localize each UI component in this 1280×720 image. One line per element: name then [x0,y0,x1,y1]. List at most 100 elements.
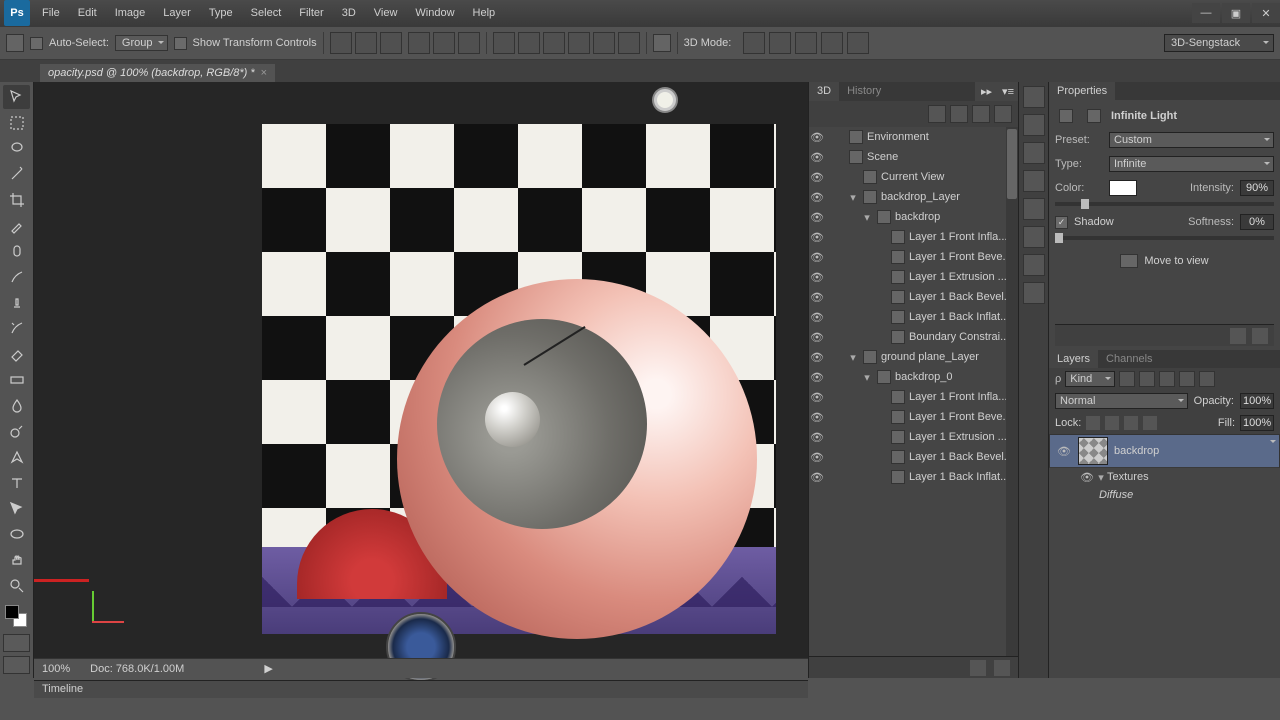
3d-filter-light-icon[interactable] [994,105,1012,123]
tree-row[interactable]: 👁▾backdrop_Layer [809,187,1018,207]
collapsed-panel-1-icon[interactable] [1023,86,1045,108]
intensity-input[interactable]: 90% [1240,180,1274,196]
crop-tool[interactable] [3,188,30,212]
disclosure-icon[interactable]: ▾ [861,211,873,224]
disclosure-icon[interactable]: ▾ [847,351,859,364]
3d-slide-icon[interactable] [821,32,843,54]
collapsed-panel-6-icon[interactable] [1023,226,1045,248]
lock-all-icon[interactable] [1143,416,1157,430]
lock-trans-icon[interactable] [1086,416,1100,430]
softness-input[interactable]: 0% [1240,214,1274,230]
visibility-toggle[interactable]: 👁 [809,391,825,404]
preset-dropdown[interactable]: Custom [1109,132,1274,148]
tree-row[interactable]: 👁Layer 1 Back Bevel... [809,287,1018,307]
disclosure-icon[interactable]: ▾ [1095,471,1107,484]
collapsed-panel-3-icon[interactable] [1023,142,1045,164]
visibility-toggle[interactable]: 👁 [809,311,825,324]
visibility-toggle[interactable]: 👁 [809,471,825,484]
lasso-tool[interactable] [3,136,30,160]
tree-row[interactable]: 👁Layer 1 Extrusion ... [809,427,1018,447]
menu-view[interactable]: View [366,3,406,23]
auto-align-icon[interactable] [653,34,671,52]
wand-tool[interactable] [3,162,30,186]
filter-shape-icon[interactable] [1179,371,1195,387]
type-dropdown[interactable]: Infinite [1109,156,1274,172]
render-icon[interactable] [1230,328,1246,344]
layer-subrow[interactable]: Diffuse [1049,486,1280,504]
layer-name[interactable]: backdrop [1114,445,1159,457]
align-hcenter-icon[interactable] [433,32,455,54]
tree-row[interactable]: 👁Layer 1 Back Bevel... [809,447,1018,467]
tree-row[interactable]: 👁Environment [809,127,1018,147]
visibility-toggle[interactable]: 👁 [809,271,825,284]
dodge-tool[interactable] [3,420,30,444]
visibility-toggle[interactable]: 👁 [809,191,825,204]
move-tool[interactable] [3,85,30,109]
hand-tool[interactable] [3,548,30,572]
tab-history[interactable]: History [839,82,889,101]
filter-adjust-icon[interactable] [1139,371,1155,387]
brush-tool[interactable] [3,265,30,289]
distribute-3-icon[interactable] [543,32,565,54]
tab-properties[interactable]: Properties [1049,82,1115,100]
menu-window[interactable]: Window [407,3,462,23]
play-icon[interactable]: ▶ [264,662,272,675]
tree-row[interactable]: 👁Layer 1 Front Infla... [809,387,1018,407]
tree-row[interactable]: 👁Scene [809,147,1018,167]
scrollbar-thumb[interactable] [1007,129,1017,199]
collapsed-panel-7-icon[interactable] [1023,254,1045,276]
marquee-tool[interactable] [3,111,30,135]
type-tool[interactable] [3,471,30,495]
visibility-toggle[interactable]: 👁 [809,431,825,444]
distribute-5-icon[interactable] [593,32,615,54]
layer-thumbnail[interactable] [1078,437,1108,465]
menu-select[interactable]: Select [243,3,290,23]
visibility-toggle[interactable]: 👁 [809,371,825,384]
maximize-button[interactable]: ▣ [1222,3,1250,23]
eyedropper-tool[interactable] [3,214,30,238]
tree-row[interactable]: 👁Layer 1 Back Inflat... [809,307,1018,327]
blur-tool[interactable] [3,394,30,418]
menu-3d[interactable]: 3D [334,3,364,23]
disclosure-icon[interactable]: ▾ [861,371,873,384]
tab-3d[interactable]: 3D [809,82,839,101]
new-light-icon[interactable] [970,660,986,676]
auto-select-dropdown[interactable]: Group [115,35,168,51]
visibility-toggle[interactable]: 👁 [809,351,825,364]
filter-smart-icon[interactable] [1199,371,1215,387]
layer-kind-dropdown[interactable]: Kind [1065,371,1115,387]
fill-input[interactable]: 100% [1240,415,1274,431]
menu-filter[interactable]: Filter [291,3,331,23]
opacity-input[interactable]: 100% [1240,393,1274,409]
light-gizmo[interactable] [654,89,676,111]
distribute-2-icon[interactable] [518,32,540,54]
shape-tool[interactable] [3,522,30,546]
zoom-tool[interactable] [3,574,30,598]
3d-scale-icon[interactable] [847,32,869,54]
color-swatches[interactable] [5,605,28,627]
tree-row[interactable]: 👁Current View [809,167,1018,187]
stamp-tool[interactable] [3,291,30,315]
eraser-tool[interactable] [3,342,30,366]
tab-channels[interactable]: Channels [1098,350,1160,368]
layer-row[interactable]: 👁 backdrop [1049,434,1280,468]
collapsed-panel-4-icon[interactable] [1023,170,1045,192]
workspace-dropdown[interactable]: 3D-Sengstack [1164,34,1274,52]
visibility-toggle[interactable]: 👁 [809,211,825,224]
visibility-toggle[interactable]: 👁 [809,171,825,184]
visibility-toggle[interactable]: 👁 [809,331,825,344]
lock-pixel-icon[interactable] [1105,416,1119,430]
menu-image[interactable]: Image [107,3,154,23]
visibility-toggle[interactable]: 👁 [809,411,825,424]
auto-select-checkbox[interactable] [30,37,43,50]
collapsed-panel-2-icon[interactable] [1023,114,1045,136]
visibility-toggle[interactable]: 👁 [809,131,825,144]
layer-subrow[interactable]: 👁 ▾ Textures [1049,468,1280,486]
align-bottom-icon[interactable] [380,32,402,54]
visibility-toggle[interactable]: 👁 [809,151,825,164]
softness-slider[interactable] [1055,236,1274,240]
tree-row[interactable]: 👁▾ground plane_Layer [809,347,1018,367]
blend-mode-dropdown[interactable]: Normal [1055,393,1188,409]
path-tool[interactable] [3,497,30,521]
panel-collapse-icon[interactable]: ▸▸ [975,82,998,101]
